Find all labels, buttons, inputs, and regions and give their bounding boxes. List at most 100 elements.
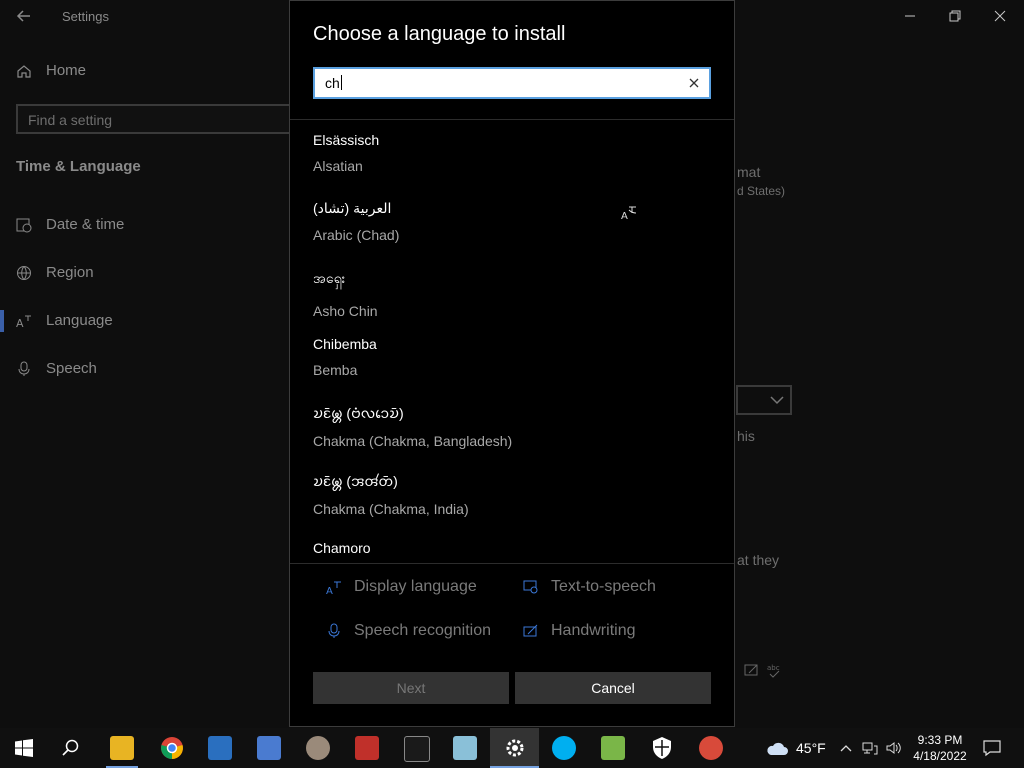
search-icon[interactable]	[62, 739, 80, 757]
active-indicator	[0, 310, 4, 332]
spellcheck-icon: abc	[767, 664, 780, 678]
ccleaner-icon[interactable]	[699, 736, 723, 760]
svg-text:A: A	[326, 586, 333, 595]
remote-desktop-icon[interactable]	[208, 736, 232, 760]
clock-date: 4/18/2022	[913, 749, 967, 763]
users-icon[interactable]	[306, 736, 330, 760]
search-value: ch	[325, 75, 340, 91]
skype-icon[interactable]	[552, 736, 576, 760]
file-explorer-icon[interactable]	[110, 736, 134, 760]
globe-icon	[17, 265, 31, 280]
nav-language[interactable]: A Language	[16, 312, 113, 329]
language-english-name: Alsatian	[313, 158, 363, 174]
text-to-speech-icon	[523, 580, 538, 594]
feature-label: Text-to-speech	[551, 578, 656, 595]
list-item[interactable]: အရှေး Asho Chin	[313, 269, 378, 319]
list-item[interactable]: 𑄌𑄋𑄴𑄟𑄳𑄦 (𑄞𑄢𑄧𑄖𑄴) Chakma (Chakma, India)	[313, 471, 469, 517]
list-item[interactable]: 𑄌𑄋𑄴𑄟𑄳𑄦 (𑄝𑄁𑄣𑄘𑄬𑄌𑄴) Chakma (Chakma, Banglad…	[313, 403, 512, 449]
calendar-clock-icon	[16, 218, 32, 232]
toolbox-icon[interactable]	[355, 736, 379, 760]
dialog-title: Choose a language to install	[313, 23, 566, 45]
language-native-name: 𑄌𑄋𑄴𑄟𑄳𑄦 (𑄞𑄢𑄧𑄖𑄴)	[313, 473, 398, 489]
list-item[interactable]: Chibemba Bemba	[313, 336, 377, 378]
language-install-dialog: Choose a language to install ch Elsässis…	[289, 0, 735, 727]
svg-text:abc: abc	[767, 664, 780, 672]
cancel-button[interactable]: Cancel	[515, 672, 711, 704]
shield-icon[interactable]	[650, 736, 674, 760]
feature-handwriting: Handwriting	[523, 622, 635, 640]
notepad-icon[interactable]	[453, 736, 477, 760]
windows-start-icon[interactable]	[15, 739, 33, 757]
volume-icon[interactable]	[886, 740, 902, 756]
language-pack-icon: A	[621, 206, 637, 220]
command-prompt-icon[interactable]	[404, 736, 430, 762]
microphone-icon	[18, 361, 30, 376]
language-english-name: Bemba	[313, 362, 358, 378]
language-english-name: Chakma (Chakma, Bangladesh)	[313, 433, 513, 449]
handwriting-icon	[744, 664, 758, 676]
feature-display-language: A Display language	[326, 578, 477, 596]
find-setting-placeholder: Find a setting	[28, 112, 113, 128]
restore-icon[interactable]	[945, 6, 965, 26]
display-language-icon: A	[326, 581, 341, 595]
chrome-icon[interactable]	[160, 736, 184, 760]
home-link[interactable]: Home	[16, 62, 86, 79]
nav-speech[interactable]: Speech	[16, 360, 97, 377]
gear-icon[interactable]	[503, 736, 527, 760]
chevron-up-icon[interactable]	[838, 740, 854, 756]
language-native-name: Elsässisch	[313, 132, 380, 148]
cloud-icon	[767, 742, 788, 755]
svg-text:A: A	[621, 211, 628, 220]
dropdown-fragment[interactable]	[736, 385, 792, 415]
home-icon	[17, 64, 31, 78]
svg-text:A: A	[16, 317, 24, 329]
notifications-icon[interactable]	[983, 739, 1001, 757]
feature-text-to-speech: Text-to-speech	[523, 578, 656, 596]
clear-icon[interactable]	[687, 76, 701, 90]
section-title: Time & Language	[16, 158, 141, 175]
list-item[interactable]: العربية (تشاد) Arabic (Chad)	[313, 200, 399, 243]
language-english-name: Chakma (Chakma, India)	[313, 501, 469, 517]
weather-temperature[interactable]: 45°F	[796, 740, 826, 756]
find-setting-input[interactable]: Find a setting	[16, 104, 307, 134]
settings-sidebar: Settings Home Find a setting Time & Lang…	[0, 0, 307, 728]
feature-speech-recognition: Speech recognition	[326, 622, 491, 640]
text-caret	[340, 75, 342, 90]
minimize-icon[interactable]	[900, 6, 920, 26]
nav-label: Speech	[46, 360, 97, 377]
region-fragment: d States)	[737, 184, 786, 198]
language-english-name: Arabic (Chad)	[313, 227, 400, 243]
language-english-name: Asho Chin	[313, 303, 378, 319]
home-label: Home	[46, 62, 87, 79]
language-native-name: Chamoro	[313, 540, 371, 556]
feature-label: Handwriting	[551, 622, 636, 639]
nav-date-time[interactable]: Date & time	[16, 216, 124, 233]
nav-region[interactable]: Region	[16, 264, 94, 281]
back-arrow-icon[interactable]	[14, 6, 34, 26]
taskbar: 45°F 9:33 PM 4/18/2022	[0, 728, 1024, 768]
notes-icon[interactable]	[601, 736, 625, 760]
clock-time: 9:33 PM	[917, 733, 963, 747]
list-item[interactable]: Elsässisch Alsatian	[313, 132, 379, 174]
language-native-name: 𑄌𑄋𑄴𑄟𑄳𑄦 (𑄝𑄁𑄣𑄘𑄬𑄌𑄴)	[313, 405, 404, 421]
network-icon[interactable]	[862, 740, 878, 756]
feature-label: Speech recognition	[354, 622, 491, 639]
next-button[interactable]: Next	[313, 672, 509, 704]
language-list[interactable]: Elsässisch Alsatian العربية (تشاد) Arabi…	[290, 120, 734, 563]
microphone-icon	[328, 623, 340, 638]
language-native-name: العربية (تشاد)	[313, 200, 392, 216]
handwriting-icon	[523, 624, 538, 637]
window-title: Settings	[62, 9, 109, 24]
chevron-down-icon	[770, 396, 784, 405]
system-clock[interactable]: 9:33 PM 4/18/2022	[910, 732, 970, 764]
language-native-name: Chibemba	[313, 336, 377, 352]
close-icon[interactable]	[990, 6, 1010, 26]
language-native-name: အရှေး	[313, 270, 346, 286]
app-icon[interactable]	[257, 736, 281, 760]
this-fragment: his	[737, 428, 755, 444]
feature-label: Display language	[354, 578, 477, 595]
language-icon: A	[16, 315, 31, 329]
language-search-input[interactable]: ch	[313, 67, 711, 99]
format-fragment: mat	[737, 164, 761, 180]
list-item[interactable]: Chamoro	[313, 540, 371, 556]
